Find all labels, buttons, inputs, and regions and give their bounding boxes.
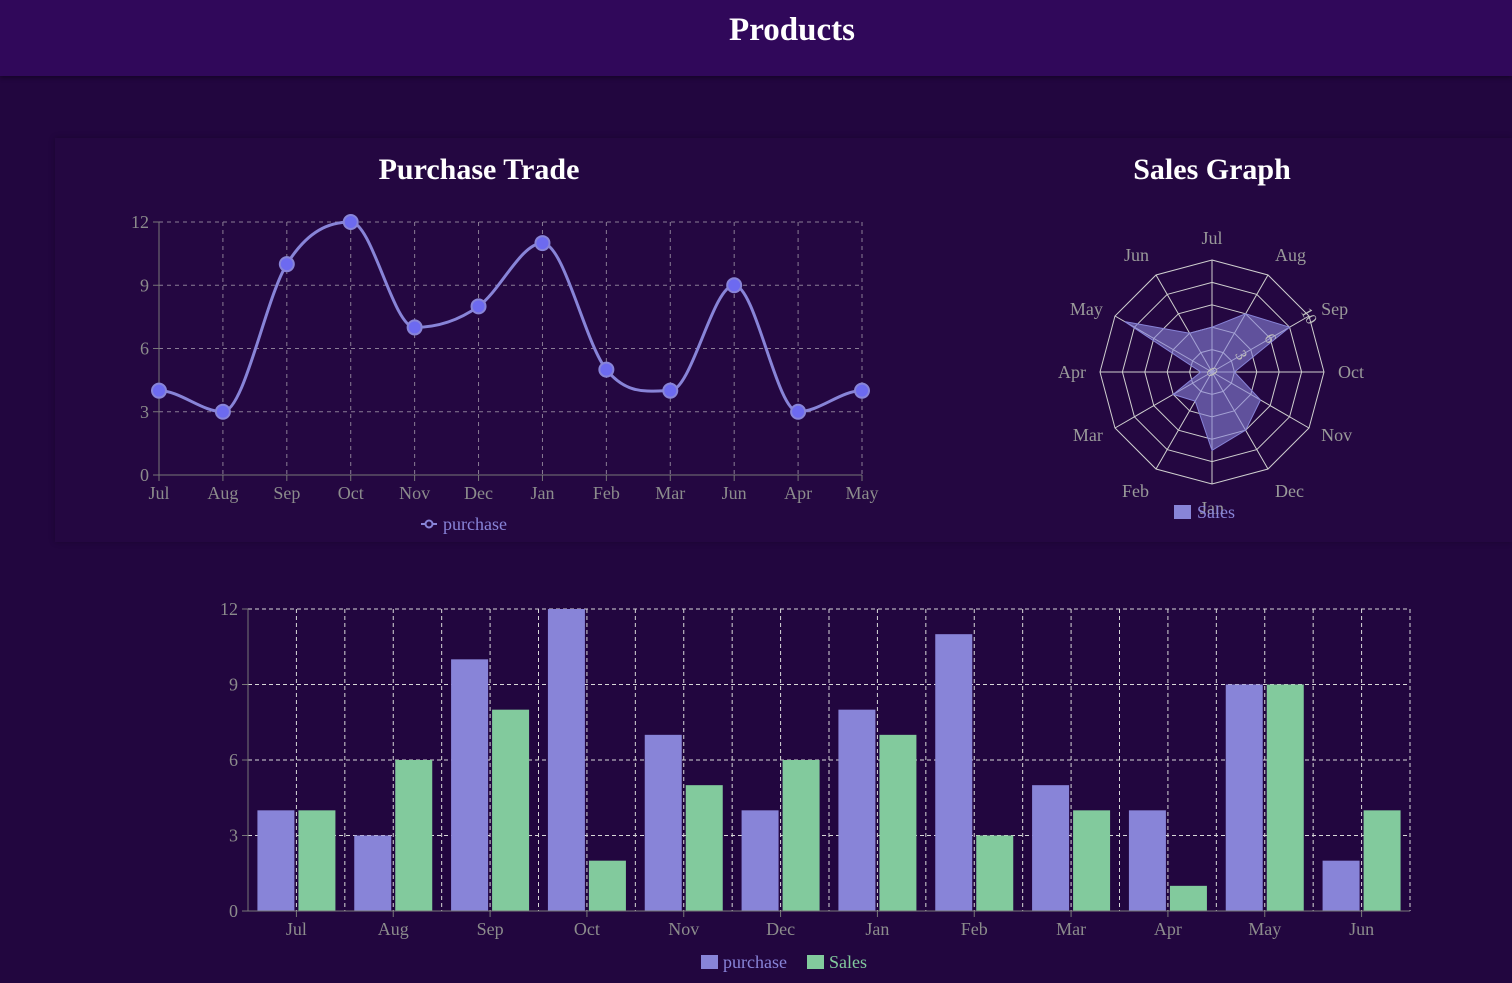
legend-sales-label: Sales (829, 952, 867, 972)
y-tick-label: 9 (229, 675, 238, 695)
radar-category-label: Feb (1122, 481, 1149, 501)
purchase-point (406, 319, 423, 336)
charts-canvas: 0 3 6 9 12 Jul Aug Sep Oct Nov Dec Jan Feb Mar Jun Apr M… (131, 212, 1411, 972)
purchase-point (151, 382, 167, 399)
x-tick-label: Feb (593, 483, 620, 503)
purchase-point (790, 403, 807, 420)
legend-purchase-label: purchase (443, 514, 507, 534)
sales-bar (395, 760, 433, 911)
purchase-bar (1128, 810, 1166, 911)
y-tick-label: 6 (140, 339, 149, 359)
x-tick-label: Nov (668, 919, 699, 939)
radar-category-label: Aug (1275, 245, 1306, 265)
purchase-bar (1322, 860, 1360, 911)
radar-category-label: Mar (1073, 425, 1103, 445)
radar-category-label: Dec (1275, 481, 1304, 501)
radar-category-label: Oct (1338, 362, 1364, 382)
purchase-point (854, 382, 870, 399)
radar-category-label: Jun (1124, 245, 1149, 265)
purchase-bar (838, 709, 876, 911)
radar-category-label: Apr (1058, 362, 1086, 382)
sales-bar (1169, 885, 1207, 911)
sales-radar-area (1124, 313, 1291, 452)
legend-sales-label: Sales (1197, 502, 1235, 522)
y-tick-label: 3 (229, 826, 238, 846)
purchase-point (470, 298, 487, 315)
purchase-line (158, 220, 863, 414)
sales-bar (976, 835, 1014, 911)
purchase-bar (741, 810, 779, 911)
legend-purchase-swatch (701, 955, 718, 969)
purchase-point (342, 214, 359, 230)
x-tick-label: Feb (961, 919, 988, 939)
y-tick-label: 6 (229, 750, 238, 770)
x-tick-label: Jun (722, 483, 747, 503)
x-tick-label: Nov (399, 483, 430, 503)
x-tick-label: May (846, 483, 879, 503)
purchase-bar (547, 609, 585, 911)
sales-bar (1073, 810, 1111, 911)
legend-sales-swatch (807, 955, 824, 969)
legend-dot-symbol (424, 519, 434, 529)
purchase-point (726, 277, 743, 294)
purchase-bar (644, 734, 682, 911)
x-tick-label: Oct (574, 919, 600, 939)
y-tick-label: 12 (131, 212, 149, 232)
purchase-point (598, 361, 615, 378)
purchase-point (214, 403, 231, 420)
bar-chart (242, 608, 1411, 969)
purchase-bar (935, 634, 973, 911)
sales-bar (298, 810, 336, 911)
radar-category-label: May (1070, 299, 1103, 319)
y-tick-label: 0 (140, 465, 149, 485)
x-tick-label: Jan (530, 483, 554, 503)
x-tick-label: Jun (1349, 919, 1374, 939)
x-tick-label: Oct (338, 483, 364, 503)
x-tick-label: May (1248, 919, 1281, 939)
x-tick-label: Apr (784, 483, 812, 503)
radial-tick-label: 10 (1297, 305, 1320, 327)
x-tick-label: Aug (378, 919, 409, 939)
y-tick-label: 0 (229, 901, 238, 921)
radar-category-label: Jul (1201, 228, 1222, 248)
y-tick-label: 3 (140, 402, 149, 422)
x-tick-label: Aug (207, 483, 238, 503)
y-tick-label: 12 (220, 599, 238, 619)
sales-bar (879, 734, 917, 911)
legend-sales-swatch (1174, 505, 1191, 519)
purchase-trade-chart (151, 214, 870, 529)
x-tick-label: Sep (477, 919, 504, 939)
x-tick-label: Sep (273, 483, 300, 503)
radar-category-label: Nov (1321, 425, 1352, 445)
sales-bar (492, 709, 530, 911)
x-tick-label: Mar (1056, 919, 1086, 939)
x-tick-label: Jan (865, 919, 889, 939)
purchase-bar (451, 659, 489, 911)
purchase-point (534, 235, 551, 252)
purchase-point (662, 382, 679, 399)
x-tick-label: Dec (464, 483, 493, 503)
sales-bar (1266, 684, 1304, 911)
sales-bar (782, 760, 820, 911)
x-tick-label: Mar (655, 483, 685, 503)
x-tick-label: Apr (1154, 919, 1182, 939)
purchase-bar (1225, 684, 1263, 911)
x-tick-label: Jul (286, 919, 307, 939)
x-tick-label: Dec (766, 919, 795, 939)
purchase-bar (354, 835, 392, 911)
purchase-bar (257, 810, 295, 911)
sales-bar (685, 785, 723, 911)
purchase-point (278, 256, 295, 273)
radar-category-label: Sep (1321, 299, 1348, 319)
x-tick-label: Jul (148, 483, 169, 503)
purchase-bar (1032, 785, 1070, 911)
sales-bar (1363, 810, 1401, 911)
sales-bar (588, 860, 626, 911)
y-tick-label: 9 (140, 275, 149, 295)
legend-purchase-label: purchase (723, 952, 787, 972)
